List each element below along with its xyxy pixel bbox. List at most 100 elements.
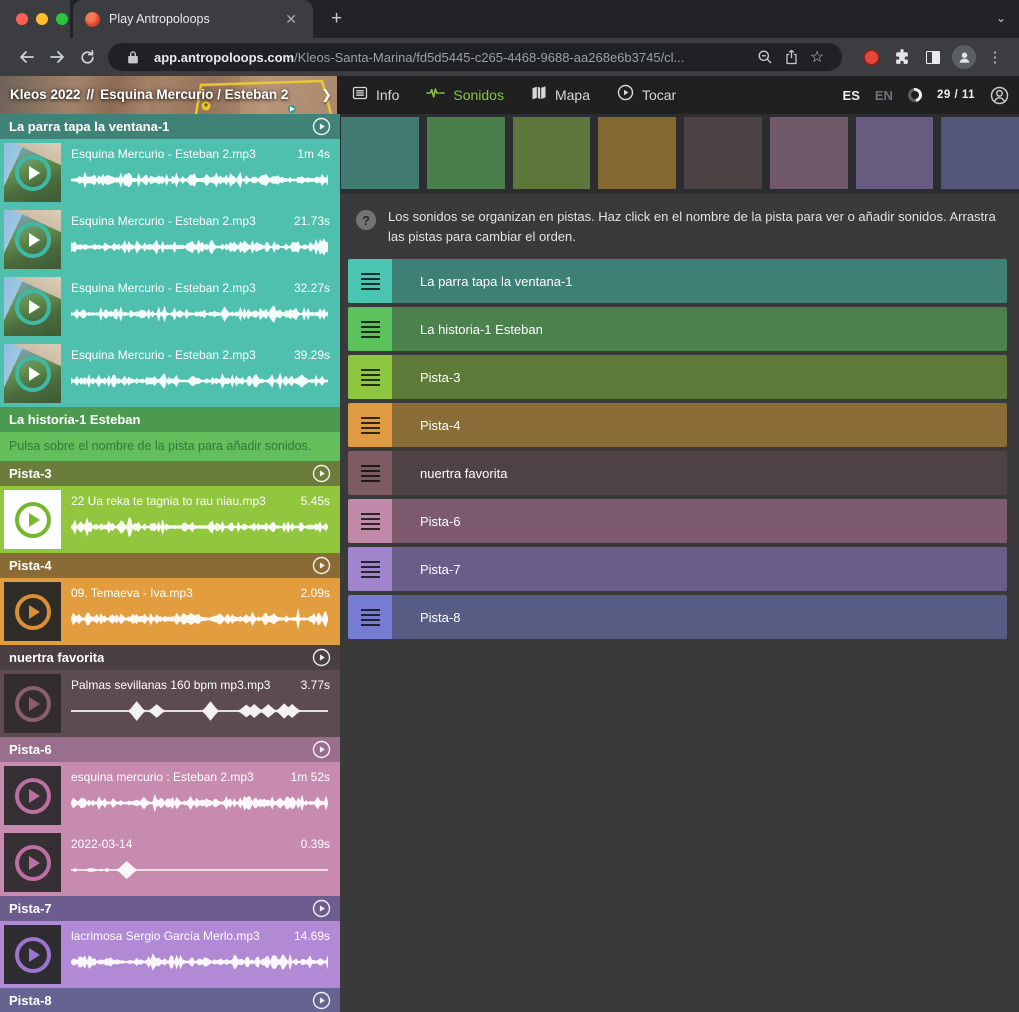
track-row[interactable]: La historia-1 Esteban (348, 307, 1007, 351)
tab-close-icon[interactable]: ✕ (281, 10, 301, 28)
clip-play-button[interactable] (15, 937, 51, 973)
close-window-button[interactable] (16, 13, 28, 25)
chevron-right-icon[interactable]: ❯ (321, 87, 332, 103)
zoom-out-icon[interactable] (752, 44, 778, 70)
track-row-body[interactable]: La parra tapa la ventana-1 (392, 259, 1007, 303)
sidebar-track-header[interactable]: Pista-7 (0, 896, 340, 921)
track-drag-handle-icon[interactable] (348, 307, 392, 351)
sidebar-track-header[interactable]: nuertra favorita (0, 645, 340, 670)
clip-meta: lacrimosa Sergio García Merlo.mp314.69s (71, 928, 330, 944)
track-row-body[interactable]: La historia-1 Esteban (392, 307, 1007, 351)
recording-extension-icon[interactable] (857, 43, 885, 71)
clip-item[interactable]: 09. Temaeva - Iva.mp32.09s (0, 578, 340, 645)
track-row[interactable]: La parra tapa la ventana-1 (348, 259, 1007, 303)
address-bar[interactable]: app.antropoloops.com/Kleos-Santa-Marina/… (108, 43, 842, 71)
forward-button[interactable] (42, 42, 72, 72)
language-en-button[interactable]: EN (875, 88, 893, 103)
track-row-body[interactable]: Pista-7 (392, 547, 1007, 591)
new-tab-button[interactable]: + (325, 6, 348, 32)
language-es-button[interactable]: ES (843, 88, 860, 103)
clip-item[interactable]: Palmas sevillanas 160 bpm mp3.mp33.77s (0, 670, 340, 737)
clip-play-button[interactable] (15, 594, 51, 630)
track-row[interactable]: Pista-7 (348, 547, 1007, 591)
track-row-label: Pista-3 (420, 370, 460, 385)
track-row-label: Pista-4 (420, 418, 460, 433)
browser-profile-avatar[interactable] (950, 43, 978, 71)
nav-tab-info[interactable]: Info (352, 85, 399, 106)
map-icon (531, 85, 547, 106)
track-play-button[interactable] (312, 740, 331, 759)
help-text: Los sonidos se organizan en pistas. Haz … (388, 207, 999, 247)
track-row[interactable]: nuertra favorita (348, 451, 1007, 495)
nav-tab-mapa[interactable]: Mapa (531, 85, 590, 106)
clip-item[interactable]: Esquina Mercurio - Esteban 2.mp31m 4s (0, 139, 340, 206)
clip-play-button[interactable] (15, 686, 51, 722)
track-play-button[interactable] (312, 464, 331, 483)
minimize-window-button[interactable] (36, 13, 48, 25)
side-panel-extension-icon[interactable] (919, 43, 947, 71)
track-row[interactable]: Pista-8 (348, 595, 1007, 639)
track-drag-handle-icon[interactable] (348, 595, 392, 639)
track-drag-handle-icon[interactable] (348, 355, 392, 399)
clip-item[interactable]: 22 Ua reka te tagnia to rau niau.mp35.45… (0, 486, 340, 553)
sidebar-track-header[interactable]: La parra tapa la ventana-1 (0, 114, 340, 139)
clip-play-button[interactable] (15, 155, 51, 191)
sidebar-track-section: nuertra favoritaPalmas sevillanas 160 bp… (0, 645, 340, 737)
clip-play-button[interactable] (15, 845, 51, 881)
track-row-body[interactable]: Pista-8 (392, 595, 1007, 639)
extensions-puzzle-icon[interactable] (888, 43, 916, 71)
bookmark-star-icon[interactable]: ☆ (804, 44, 830, 70)
breadcrumb: Kleos 2022//Esquina Mercurio / Esteban 2 (0, 76, 337, 114)
track-row-body[interactable]: nuertra favorita (392, 451, 1007, 495)
map-thumbnail[interactable]: Kleos 2022//Esquina Mercurio / Esteban 2… (0, 76, 337, 114)
nav-tab-tocar[interactable]: Tocar (617, 84, 676, 106)
tab-favicon-icon (85, 12, 100, 27)
nav-tab-sonidos[interactable]: Sonidos (426, 85, 504, 106)
sidebar-track-header[interactable]: Pista-6 (0, 737, 340, 762)
clip-play-button[interactable] (15, 778, 51, 814)
tab-strip-chevron-icon[interactable]: ⌄ (996, 11, 1006, 25)
clip-item[interactable]: esquina mercurio : Esteban 2.mp31m 52s (0, 762, 340, 829)
browser-menu-icon[interactable]: ⋮ (981, 43, 1009, 71)
browser-toolbar: app.antropoloops.com/Kleos-Santa-Marina/… (0, 38, 1019, 76)
track-row[interactable]: Pista-4 (348, 403, 1007, 447)
track-row[interactable]: Pista-6 (348, 499, 1007, 543)
track-play-button[interactable] (312, 648, 331, 667)
zoom-window-button[interactable] (56, 13, 68, 25)
track-row[interactable]: Pista-3 (348, 355, 1007, 399)
sidebar-track-header[interactable]: Pista-3 (0, 461, 340, 486)
clip-item[interactable]: lacrimosa Sergio García Merlo.mp314.69s (0, 921, 340, 988)
clip-play-button[interactable] (15, 222, 51, 258)
track-drag-handle-icon[interactable] (348, 403, 392, 447)
track-play-button[interactable] (312, 991, 331, 1010)
sidebar-track-header[interactable]: La historia-1 Esteban (0, 407, 340, 432)
nav-tab-label: Tocar (642, 87, 676, 103)
track-play-button[interactable] (312, 556, 331, 575)
clip-item[interactable]: Esquina Mercurio - Esteban 2.mp339.29s (0, 340, 340, 407)
track-play-button[interactable] (312, 117, 331, 136)
reload-button[interactable] (72, 42, 102, 72)
clip-meta: 22 Ua reka te tagnia to rau niau.mp35.45… (71, 493, 330, 509)
track-row-body[interactable]: Pista-6 (392, 499, 1007, 543)
sidebar-track-header[interactable]: Pista-8 (0, 988, 340, 1012)
browser-tab[interactable]: Play Antropoloops ✕ (73, 0, 313, 38)
track-drag-handle-icon[interactable] (348, 499, 392, 543)
track-drag-handle-icon[interactable] (348, 547, 392, 591)
track-row-body[interactable]: Pista-4 (392, 403, 1007, 447)
clip-meta: Esquina Mercurio - Esteban 2.mp339.29s (71, 347, 330, 363)
track-drag-handle-icon[interactable] (348, 259, 392, 303)
sidebar-track-header[interactable]: Pista-4 (0, 553, 340, 578)
track-row-body[interactable]: Pista-3 (392, 355, 1007, 399)
clip-item[interactable]: Esquina Mercurio - Esteban 2.mp332.27s (0, 273, 340, 340)
clip-play-button[interactable] (15, 502, 51, 538)
back-button[interactable] (12, 42, 42, 72)
account-icon[interactable] (990, 86, 1009, 105)
track-play-button[interactable] (312, 899, 331, 918)
clip-item[interactable]: 2022-03-140.39s (0, 829, 340, 896)
clip-play-button[interactable] (15, 289, 51, 325)
share-icon[interactable] (778, 44, 804, 70)
clip-item[interactable]: Esquina Mercurio - Esteban 2.mp321.73s (0, 206, 340, 273)
lock-icon[interactable] (120, 44, 146, 70)
track-drag-handle-icon[interactable] (348, 451, 392, 495)
clip-play-button[interactable] (15, 356, 51, 392)
